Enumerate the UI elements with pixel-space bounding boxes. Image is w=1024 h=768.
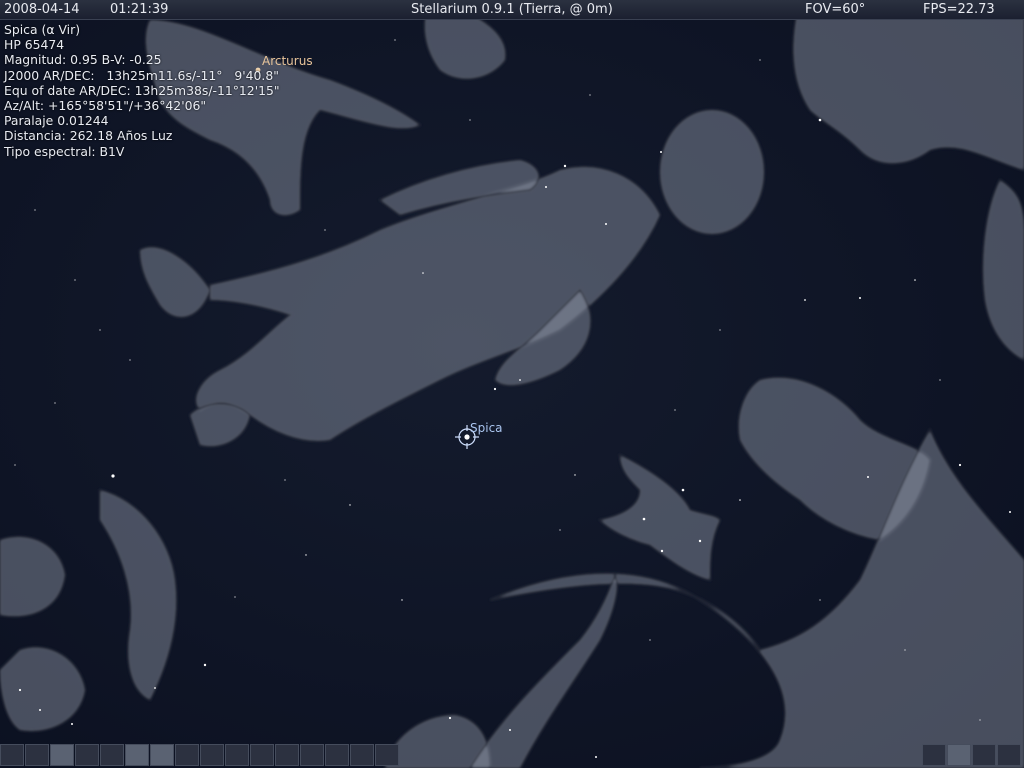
fov-display: FOV=60° — [805, 2, 866, 17]
toolbar-button-4[interactable] — [75, 744, 99, 766]
toolbar-button-6[interactable] — [125, 744, 149, 766]
corvus-crow — [597, 453, 722, 582]
toolbar-button-right-2[interactable] — [947, 744, 971, 766]
toolbar-button-15[interactable] — [350, 744, 374, 766]
object-distance: Distancia: 262.18 Años Luz — [4, 128, 173, 144]
toolbar-button-right-3[interactable] — [972, 744, 996, 766]
toolbar-button-14[interactable] — [325, 744, 349, 766]
toolbar-button-7[interactable] — [150, 744, 174, 766]
sword-figure — [468, 572, 618, 768]
toolbar-button-10[interactable] — [225, 744, 249, 766]
object-magnitude: Magnitud: 0.95 B-V: -0.25 — [4, 52, 162, 68]
toolbar-button-5[interactable] — [100, 744, 124, 766]
leo-figure — [792, 0, 1024, 172]
libra-beam — [99, 488, 178, 702]
object-name: Spica (α Vir) — [4, 22, 81, 37]
toolbar-button-13[interactable] — [300, 744, 324, 766]
toolbar-button-8[interactable] — [175, 744, 199, 766]
toolbar-button-3[interactable] — [50, 744, 74, 766]
toolbar-button-12[interactable] — [275, 744, 299, 766]
top-status-bar: 2008-04-14 01:21:39 Stellarium 0.9.1 (Ti… — [0, 0, 1024, 20]
libra-scales — [0, 535, 67, 618]
toolbar-button-2[interactable] — [25, 744, 49, 766]
toolbar-button-9[interactable] — [200, 744, 224, 766]
fps-display: FPS=22.73 — [923, 2, 995, 17]
hydra-serpent — [489, 427, 1024, 768]
virgo-foot-left — [138, 246, 212, 318]
time-display: 01:21:39 — [110, 2, 169, 17]
toolbar-button-16[interactable] — [375, 744, 399, 766]
toolbar-button-right-1[interactable] — [922, 744, 946, 766]
object-j2000: J2000 AR/DEC: 13h25m11.6s/-11° 9'40.8" — [4, 67, 279, 83]
libra-pan — [0, 646, 87, 732]
object-equ-of-date: Equ of date AR/DEC: 13h25m38s/-11°12'15" — [4, 82, 280, 98]
object-parallax: Paralaje 0.01244 — [4, 113, 109, 129]
star-label-spica[interactable]: Spica — [470, 421, 503, 435]
virgo-foot-right — [188, 402, 252, 448]
object-spectral-type: Tipo espectral: B1V — [4, 143, 125, 159]
star-label-arcturus[interactable]: Arcturus — [262, 54, 313, 68]
toolbar-button-right-4[interactable] — [997, 744, 1021, 766]
bottom-toolbar-left — [0, 744, 400, 768]
object-catalog: HP 65474 — [4, 37, 65, 53]
right-edge-figure — [982, 178, 1024, 362]
object-az-alt: Az/Alt: +165°58'51"/+36°42'06" — [4, 98, 207, 114]
app-title: Stellarium 0.9.1 (Tierra, @ 0m) — [411, 2, 613, 17]
toolbar-button-11[interactable] — [250, 744, 274, 766]
bottom-toolbar-right — [922, 744, 1022, 768]
date-display: 2008-04-14 — [4, 2, 80, 17]
object-info-panel: Spica (α Vir) HP 65474 Magnitud: 0.95 B-… — [4, 22, 280, 159]
toolbar-button-1[interactable] — [0, 744, 24, 766]
virgo-head — [659, 109, 765, 235]
